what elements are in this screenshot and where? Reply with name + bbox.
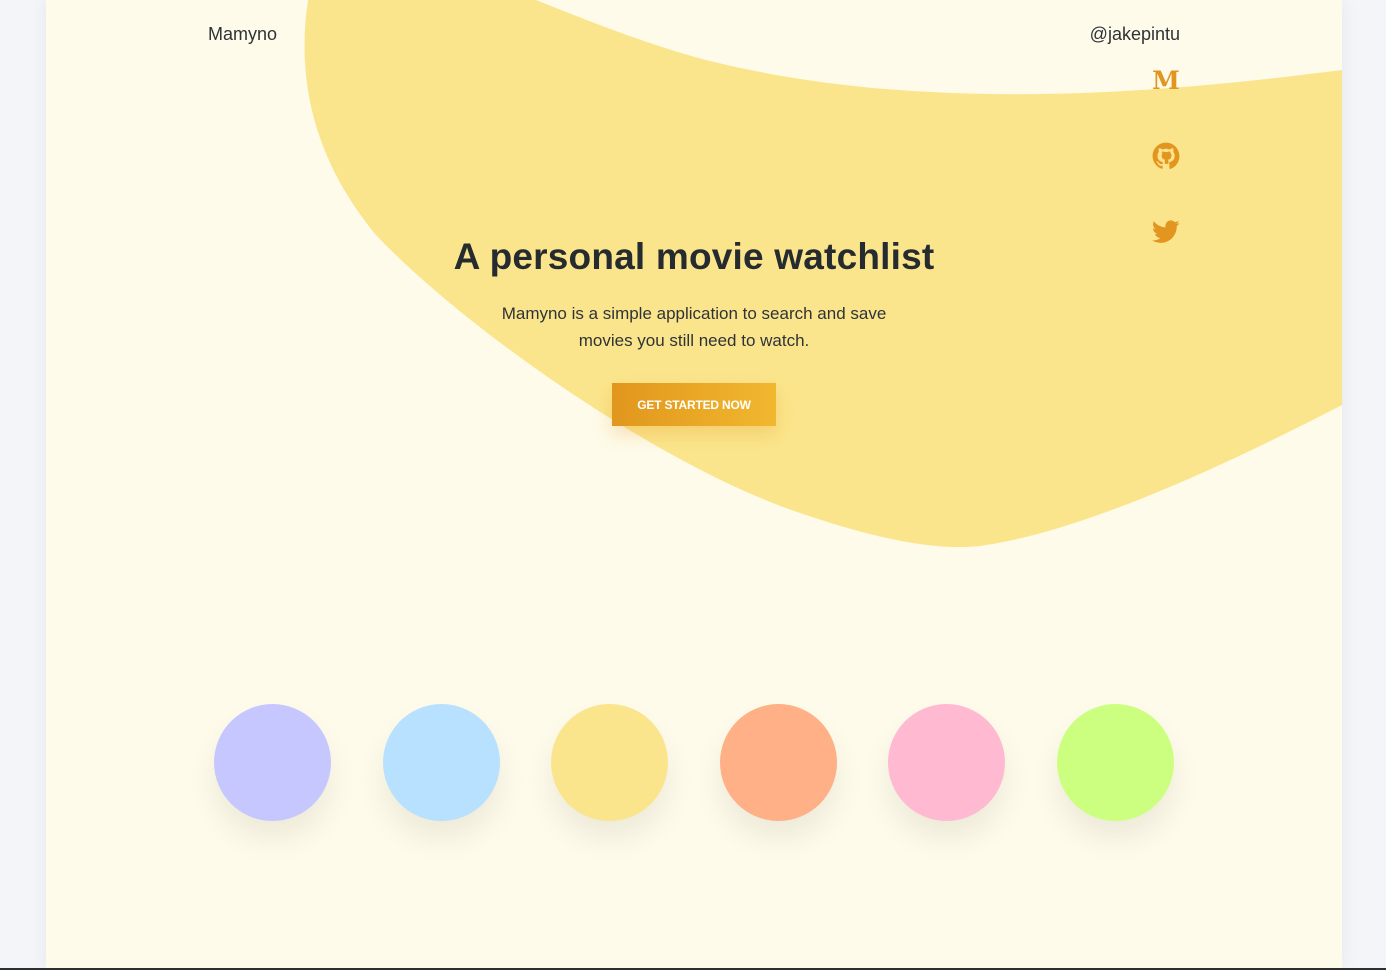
github-link[interactable] (1152, 142, 1180, 170)
medium-link[interactable]: M (1152, 66, 1180, 94)
swatch-light-blue[interactable] (383, 704, 500, 821)
swatch-pink[interactable] (888, 704, 1005, 821)
swatch-lime[interactable] (1057, 704, 1174, 821)
brand-logo[interactable]: Mamyno (208, 24, 277, 45)
get-started-button[interactable]: GET STARTED NOW (612, 383, 776, 426)
medium-icon: M (1152, 65, 1180, 95)
hero-title: A personal movie watchlist (453, 236, 935, 277)
swatch-peach[interactable] (720, 704, 837, 821)
color-swatches (214, 704, 1174, 821)
swatch-yellow[interactable] (551, 704, 668, 821)
background-blob (304, 0, 1342, 548)
author-handle[interactable]: @jakepintu (1090, 24, 1180, 45)
github-icon (1152, 142, 1180, 169)
swatch-lavender[interactable] (214, 704, 331, 821)
page: Mamyno @jakepintu M A personal movie wat… (46, 0, 1342, 968)
hero-subtitle: Mamyno is a simple application to search… (501, 304, 887, 350)
